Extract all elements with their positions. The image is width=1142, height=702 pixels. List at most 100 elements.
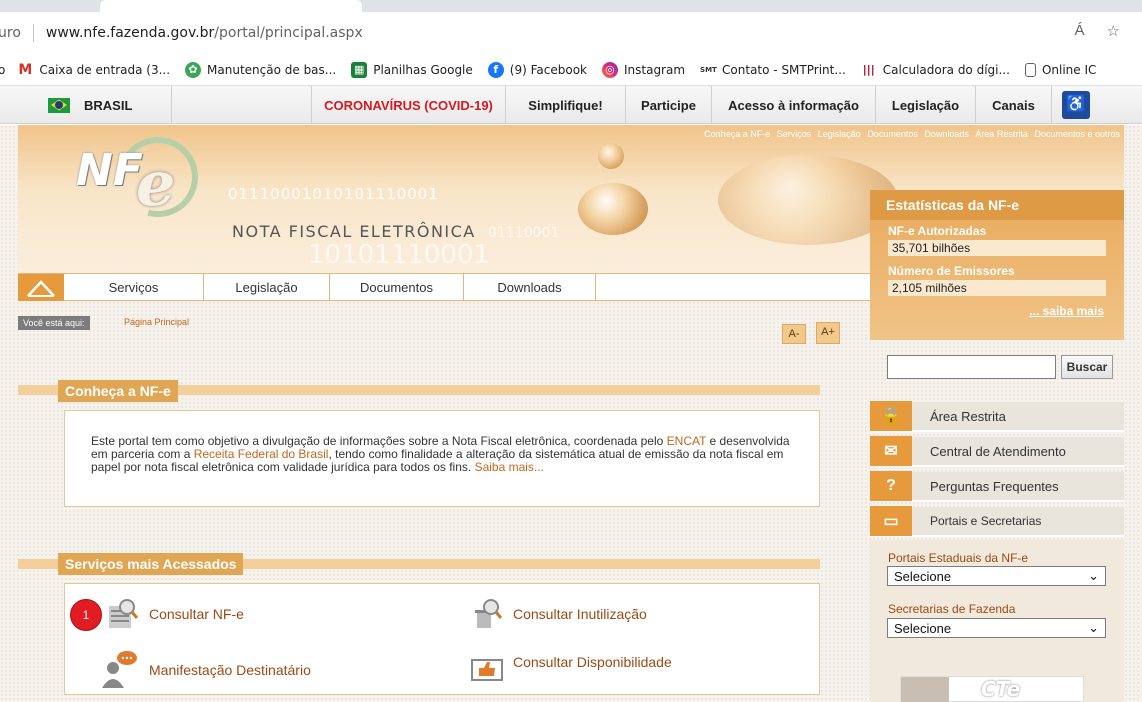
toplink-downloads[interactable]: Downloads	[924, 129, 969, 139]
lock-icon: 🔒	[870, 401, 912, 431]
bookmark-label: Instagram	[623, 62, 686, 77]
toplink-conheca[interactable]: Conheça a NF-e	[704, 129, 770, 139]
stats-title: Estatísticas da NF-e	[870, 190, 1124, 220]
sidebar-portais-label: Portais e Secretarias	[930, 514, 1042, 528]
stats-saiba-mais-link[interactable]: ... saiba mais	[1029, 304, 1104, 318]
address-bar[interactable]: uro www.nfe.fazenda.gov.br/portal/princi…	[0, 12, 1142, 54]
sheets-icon: ▦	[351, 61, 368, 78]
toplink-documentos[interactable]: Documentos	[867, 129, 918, 139]
browser-active-tab[interactable]	[100, 0, 362, 12]
address-host: www.nfe.fazenda.gov.br	[45, 25, 215, 41]
saiba-mais-link[interactable]: Saiba mais...	[475, 460, 544, 474]
gov-covid-link[interactable]: CORONAVÍRUS (COVID-19)	[312, 86, 506, 124]
consultar-disponibilidade-label: Consultar Disponibilidade	[513, 654, 672, 670]
consultar-nfe-label: Consultar NF-e	[149, 606, 244, 622]
gov-brasil[interactable]: BRASIL	[48, 86, 172, 124]
gov-spacer	[172, 86, 312, 124]
intro-title: Conheça a NF-e	[58, 380, 178, 402]
address-prefix: uro	[0, 25, 21, 41]
breadcrumb-current[interactable]: Página Principal	[124, 317, 189, 327]
gov-bar: BRASIL CORONAVÍRUS (COVID-19) Simplifiqu…	[0, 86, 1142, 124]
services-title: Serviços mais Acessados	[58, 553, 244, 575]
secretarias-value: Selecione	[894, 620, 952, 636]
sidebar-perguntas[interactable]: ? Perguntas Frequentes	[870, 471, 1124, 502]
facebook-icon: f	[487, 61, 504, 78]
thumbs-up-icon	[471, 650, 503, 682]
intro-text-part: Este portal tem como objetivo a divulgaç…	[91, 434, 667, 448]
search-input[interactable]	[887, 355, 1056, 379]
services-box: Consultar NF-e Consultar Inutilização Ma…	[64, 583, 820, 695]
secretarias-select[interactable]: Selecione ⌄	[887, 618, 1106, 638]
read-aloud-icon[interactable]: Á	[1075, 22, 1085, 40]
banner-binary: 10101110001	[308, 240, 490, 270]
gmail-icon: M	[18, 61, 33, 78]
accessibility-icon[interactable]: ♿	[1062, 91, 1090, 119]
address-icons: Á ☆	[1075, 22, 1120, 40]
bookmark-label: Calculadora do dígi...	[882, 62, 1010, 77]
step-marker: 1	[70, 599, 102, 631]
bookmark-gmail[interactable]: M Caixa de entrada (3...	[17, 62, 170, 78]
stats-emissores-value: 2,105 milhões	[888, 280, 1106, 296]
gov-legislacao-link[interactable]: Legislação	[876, 86, 976, 124]
stats-emissores-label: Número de Emissores	[888, 264, 1015, 278]
chevron-down-icon: ⌄	[1088, 620, 1099, 635]
toplink-area-restrita[interactable]: Área Restrita	[975, 129, 1028, 139]
banner-binary: 01110001	[488, 225, 560, 241]
page-icon	[1024, 62, 1036, 77]
gov-canais-link[interactable]: Canais	[976, 86, 1052, 124]
decorative-orb	[598, 143, 624, 169]
sidebar-area-restrita[interactable]: 🔒 Área Restrita	[870, 401, 1124, 432]
home-button[interactable]	[18, 274, 64, 301]
nfe-search-icon	[107, 598, 139, 630]
chevron-down-icon: ⌄	[1088, 568, 1099, 583]
manifestacao-link[interactable]: Manifestação Destinatário	[99, 650, 311, 690]
bookmark-facebook[interactable]: f (9) Facebook	[487, 61, 587, 78]
encat-link[interactable]: ENCAT	[667, 434, 707, 448]
brazil-flag-icon	[48, 97, 70, 113]
bookmark-partial[interactable]: o	[0, 63, 5, 77]
bookmark-label: Planilhas Google	[373, 62, 473, 77]
bookmark-sheets[interactable]: ▦ Planilhas Google	[351, 61, 473, 78]
gov-acesso-link[interactable]: Acesso à informação	[712, 86, 876, 124]
sidebar-portais[interactable]: ▭ Portais e Secretarias	[870, 506, 1124, 537]
toplink-documentos-outros[interactable]: Documentos e outros	[1034, 129, 1120, 139]
main-nav: Serviços Legislação Documentos Downloads	[18, 273, 870, 301]
cte-logo: CTe	[981, 677, 1021, 701]
bookmark-smt[interactable]: SMT Contato - SMTPrint...	[700, 62, 846, 78]
manifestacao-label: Manifestação Destinatário	[149, 662, 311, 678]
banner-title: NOTA FISCAL ELETRÔNICA	[232, 222, 476, 241]
favorites-icon[interactable]: ☆	[1107, 22, 1120, 40]
portais-estaduais-select[interactable]: Selecione ⌄	[887, 566, 1106, 586]
nav-documentos[interactable]: Documentos	[330, 274, 464, 301]
font-decrease-button[interactable]: A-	[782, 324, 806, 344]
consultar-inutilizacao-label: Consultar Inutilização	[513, 606, 647, 622]
gov-simplifique-link[interactable]: Simplifique!	[506, 86, 626, 124]
font-increase-button[interactable]: A+	[816, 322, 840, 344]
bookmark-manutencao[interactable]: ✿ Manutenção de bas...	[185, 61, 337, 78]
address-path: /portal/principal.aspx	[214, 25, 363, 41]
consultar-nfe-link[interactable]: Consultar NF-e	[107, 598, 244, 630]
stats-autorizadas-value: 35,701 bilhões	[888, 240, 1106, 256]
nav-servicos[interactable]: Serviços	[64, 274, 204, 301]
nfe-logo-e: e	[136, 147, 176, 220]
toplink-legislacao[interactable]: Legislação	[818, 129, 861, 139]
bookmark-label: Manutenção de bas...	[207, 62, 337, 77]
consultar-inutilizacao-link[interactable]: Consultar Inutilização	[471, 598, 647, 630]
nav-downloads[interactable]: Downloads	[464, 274, 596, 301]
gov-participe-link[interactable]: Participe	[626, 86, 712, 124]
search-button[interactable]: Buscar	[1061, 355, 1113, 379]
receita-link[interactable]: Receita Federal do Brasil	[194, 447, 329, 461]
gov-brasil-label: BRASIL	[84, 97, 133, 113]
portais-estaduais-value: Selecione	[894, 568, 952, 584]
toplink-servicos[interactable]: Serviços	[777, 129, 812, 139]
nav-legislacao[interactable]: Legislação	[204, 274, 330, 301]
sidebar-perguntas-label: Perguntas Frequentes	[930, 478, 1059, 494]
bookmark-instagram[interactable]: ◎ Instagram	[601, 61, 686, 78]
cte-banner[interactable]: CTe	[900, 676, 1084, 702]
sidebar-central-atendimento[interactable]: ✉ Central de Atendimento	[870, 436, 1124, 467]
consultar-disponibilidade-link[interactable]: Consultar Disponibilidade	[471, 650, 672, 682]
bookmark-label: Contato - SMTPrint...	[722, 62, 846, 77]
bookmark-online[interactable]: Online IC	[1024, 62, 1096, 77]
home-icon	[27, 279, 55, 297]
bookmark-calculadora[interactable]: ||| Calculadora do dígi...	[861, 62, 1010, 78]
